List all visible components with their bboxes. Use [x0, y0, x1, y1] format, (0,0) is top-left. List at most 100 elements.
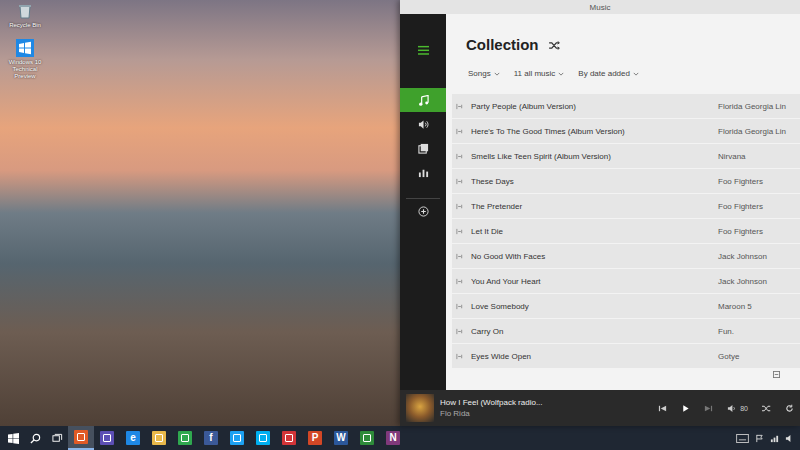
flag-icon[interactable] [755, 434, 764, 443]
taskbar-app[interactable]: f [198, 426, 224, 450]
speaker-icon[interactable] [785, 434, 794, 443]
play-add-icon[interactable] [456, 178, 463, 185]
shuffle-icon[interactable] [762, 404, 771, 413]
next-icon[interactable] [704, 404, 713, 413]
app-icon: f [204, 431, 218, 445]
app-mark-icon [363, 434, 371, 442]
song-title: Love Somebody [471, 302, 718, 311]
filter-label: Songs [468, 68, 491, 80]
desktop: Recycle Bin Windows 10 Technical Preview M… [0, 0, 800, 426]
track-artist: Flo Rida [440, 408, 658, 419]
task-view-button[interactable] [46, 426, 68, 450]
song-row[interactable]: Eyes Wide OpenGotye [452, 344, 800, 368]
nav-item[interactable] [400, 136, 446, 160]
nav-item[interactable] [400, 199, 446, 223]
song-artist: Gotye [718, 352, 800, 361]
app-icon: N [386, 431, 400, 445]
collection-header: Collection [452, 36, 800, 54]
volume-control[interactable]: 80 [727, 404, 748, 413]
play-add-icon[interactable] [456, 353, 463, 360]
chevron-down-icon [494, 72, 500, 76]
song-row[interactable]: No Good With FacesJack Johnson [452, 244, 800, 268]
song-row[interactable]: These DaysFoo Fighters [452, 169, 800, 193]
chevron-down-icon [633, 72, 639, 76]
play-add-icon[interactable] [456, 253, 463, 260]
desktop-icon[interactable]: Windows 10 Technical Preview [2, 39, 48, 80]
song-row[interactable]: Carry OnFun. [452, 319, 800, 343]
song-row[interactable]: Here's To The Good Times (Album Version)… [452, 119, 800, 143]
song-row[interactable]: Love SomebodyMaroon 5 [452, 294, 800, 318]
app-icon [74, 430, 88, 444]
play-add-icon[interactable] [456, 303, 463, 310]
song-list: Party People (Album Version)Florida Geor… [452, 94, 800, 368]
app-mark-icon [181, 434, 189, 442]
add-icon [418, 206, 429, 217]
song-row[interactable]: The PretenderFoo Fighters [452, 194, 800, 218]
song-row[interactable]: Party People (Album Version)Florida Geor… [452, 94, 800, 118]
song-row[interactable]: You And Your HeartJack Johnson [452, 269, 800, 293]
taskbar-app[interactable] [68, 426, 94, 450]
taskbar-app[interactable] [224, 426, 250, 450]
app-icon: P [308, 431, 322, 445]
filter-dropdown[interactable]: Songs [468, 68, 500, 80]
now-playing-info: How I Feel (Wolfpack radio...Flo Rida [440, 397, 658, 419]
play-add-icon[interactable] [456, 103, 463, 110]
taskbar-app[interactable] [354, 426, 380, 450]
play-add-icon[interactable] [456, 153, 463, 160]
search-button[interactable] [24, 426, 46, 450]
keyboard-icon[interactable] [736, 434, 749, 443]
taskbar-app[interactable] [172, 426, 198, 450]
taskbar-app[interactable] [94, 426, 120, 450]
taskbar-app[interactable] [276, 426, 302, 450]
taskbar-app[interactable]: P [302, 426, 328, 450]
nav-item[interactable] [400, 160, 446, 184]
play-add-icon[interactable] [456, 128, 463, 135]
list-footer [452, 368, 800, 378]
taskbar-app[interactable] [146, 426, 172, 450]
filter-bar: Songs 11 all music By date added [452, 68, 800, 80]
app-icon [230, 431, 244, 445]
song-artist: Foo Fighters [718, 227, 800, 236]
song-title: Smells Like Teen Spirit (Album Version) [471, 152, 718, 161]
taskbar-app[interactable]: e [120, 426, 146, 450]
song-title: Let It Die [471, 227, 718, 236]
taskbar-app[interactable]: W [328, 426, 354, 450]
song-row[interactable]: Smells Like Teen Spirit (Album Version)N… [452, 144, 800, 168]
now-playing-bar: How I Feel (Wolfpack radio...Flo Rida 80 [400, 390, 800, 426]
start-button[interactable] [2, 426, 24, 450]
app-glyph: W [336, 432, 345, 444]
app-mark-icon [233, 434, 241, 442]
song-title: Carry On [471, 327, 718, 336]
shuffle-icon[interactable] [549, 41, 560, 50]
menu-button[interactable] [400, 38, 446, 62]
filter-dropdown[interactable]: By date added [578, 68, 639, 80]
filter-dropdown[interactable]: 11 all music [514, 68, 565, 80]
play-add-icon[interactable] [456, 228, 463, 235]
window-body: Collection Songs 11 all music By date added… [400, 14, 800, 390]
taskbar-app[interactable]: N [380, 426, 406, 450]
previous-icon[interactable] [658, 404, 667, 413]
play-add-icon[interactable] [456, 328, 463, 335]
nav-item[interactable] [400, 112, 446, 136]
repeat-icon[interactable] [785, 404, 794, 413]
song-artist: Foo Fighters [718, 177, 800, 186]
song-title: You And Your Heart [471, 277, 718, 286]
taskbar-app[interactable] [250, 426, 276, 450]
play-add-icon[interactable] [456, 203, 463, 210]
hamburger-icon [418, 45, 429, 56]
app-mark-icon [285, 434, 293, 442]
network-icon[interactable] [770, 434, 779, 443]
nav-item[interactable] [400, 88, 446, 112]
song-row[interactable]: Let It DieFoo Fighters [452, 219, 800, 243]
song-artist: Jack Johnson [718, 277, 800, 286]
desktop-icon[interactable]: Recycle Bin [2, 2, 48, 29]
nav-separator [406, 198, 440, 199]
song-title: Party People (Album Version) [471, 102, 718, 111]
title-bar[interactable]: Music [400, 0, 800, 14]
song-artist: Maroon 5 [718, 302, 800, 311]
collapse-icon[interactable] [773, 371, 780, 378]
play-add-icon[interactable] [456, 278, 463, 285]
play-icon[interactable] [681, 404, 690, 413]
desktop-icons: Recycle Bin Windows 10 Technical Preview [2, 2, 48, 80]
album-art[interactable] [406, 394, 434, 422]
